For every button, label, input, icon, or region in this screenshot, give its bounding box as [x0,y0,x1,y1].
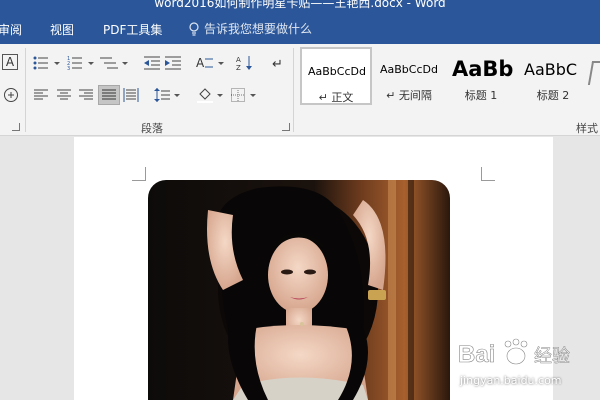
watermark-url: jingyan.baidu.com [460,374,562,387]
chevron-down-icon[interactable] [122,62,128,65]
align-right-icon [79,89,93,100]
increase-indent-icon [165,56,181,70]
tell-me-text: 告诉我您想要做什么 [204,22,313,36]
lightbulb-icon [189,21,199,36]
style-name: ↵ 无间隔 [386,89,432,102]
svg-text:经验: 经验 [534,346,570,367]
sort-button[interactable]: A Z [236,54,254,72]
styles-group-label: 样式 [576,122,598,135]
style-no-spacing[interactable]: AaBbCcDd ↵ 无间隔 [374,47,444,105]
style-heading-1[interactable]: AaBb 标题 1 [446,47,516,105]
sort-icon: A Z [236,56,252,71]
style-sample: AaBbCcDd [308,65,366,78]
crop-mark [481,167,495,181]
line-spacing-button[interactable] [153,86,171,104]
style-name: 标题 2 [536,89,570,102]
align-center-button[interactable] [55,86,73,104]
svg-text:Z: Z [236,64,241,71]
chevron-down-icon[interactable] [250,94,256,97]
chevron-down-icon[interactable] [174,94,180,97]
portrait-image [148,180,450,400]
bullet-list-icon [33,56,48,70]
chevron-down-icon[interactable] [54,62,60,65]
tell-me-box[interactable]: 告诉我您想要做什么 [188,20,312,37]
align-left-button[interactable] [32,86,50,104]
title-bar: word2016如何制作明星卡贴——王艳西.docx - Word [0,0,600,14]
group-separator [25,48,26,132]
style-heading-2[interactable]: AaBbC 标题 2 [518,47,588,105]
numbering-button[interactable]: 1 2 3 [66,54,84,72]
svg-text:↵: ↵ [272,57,283,70]
multilevel-list-icon [100,57,118,69]
svg-text:3: 3 [67,66,70,70]
font-dialog-launcher[interactable] [12,123,20,131]
tab-view[interactable]: 视图 [50,21,74,38]
paragraph-dialog-launcher[interactable] [282,123,290,131]
align-center-icon [57,89,71,100]
line-spacing-icon [154,88,170,102]
border-icon [231,88,245,102]
styles-gallery: AaBbCcDd ↵ 正文 AaBbCcDd ↵ 无间隔 AaBb 标题 1 A… [298,47,600,107]
align-left-icon [34,89,48,100]
style-name: ↵ 正文 [318,91,354,104]
baidu-logo: Bai 经验 [458,338,570,368]
chevron-down-icon[interactable] [218,62,224,65]
multilevel-list-button[interactable] [100,54,118,72]
chevron-down-icon[interactable] [88,62,94,65]
justify-icon [102,89,116,100]
style-sample: AaBb [452,57,514,81]
borders-button[interactable] [229,86,247,104]
align-right-button[interactable] [77,86,95,104]
group-separator [293,48,294,132]
crop-mark [132,167,146,181]
chinese-layout-icon: A [196,56,213,70]
ribbon-tabs: 审阅 视图 PDF工具集 告诉我您想要做什么 [0,14,600,44]
inserted-photo[interactable] [148,180,450,400]
bullets-button[interactable] [32,54,50,72]
numbered-list-icon: 1 2 3 [67,56,82,70]
baidu-watermark: Bai 经验 jingyan.baidu.com [452,330,598,396]
chinese-layout-button[interactable]: A [196,54,214,72]
text-effects-button[interactable]: A [2,54,18,70]
style-overflow-icon [587,61,600,85]
pilcrow-icon: ↵ [272,57,283,70]
paint-bucket-icon [197,88,213,103]
increase-indent-button[interactable] [164,54,182,72]
distributed-button[interactable] [122,86,140,104]
svg-text:A: A [196,56,205,70]
window-title: word2016如何制作明星卡贴——王艳西.docx - Word [154,0,446,10]
show-formatting-button[interactable]: ↵ [268,54,286,72]
paragraph-group-label: 段落 [141,122,163,135]
style-sample: AaBbC [524,60,578,79]
svg-text:A: A [236,56,241,64]
shading-button[interactable] [196,86,214,104]
tab-review[interactable]: 审阅 [0,21,22,38]
phonetic-guide-button[interactable] [2,86,20,104]
style-sample: AaBbCcDd [380,63,438,76]
style-name: 标题 1 [464,89,498,102]
ribbon: A 1 2 3 A A Z ↵ 段落 AaBbCcDd ↵ 正文 AaBbCcD… [0,44,600,136]
chevron-down-icon[interactable] [217,94,223,97]
decrease-indent-icon [144,56,160,70]
decrease-indent-button[interactable] [143,54,161,72]
letter-a-icon: A [5,55,15,69]
phonetic-icon [4,88,18,102]
tab-pdf-tools[interactable]: PDF工具集 [103,21,162,38]
svg-text:Bai: Bai [458,341,495,368]
distributed-icon [123,88,139,102]
justify-button[interactable] [98,85,120,105]
style-normal[interactable]: AaBbCcDd ↵ 正文 [300,47,372,105]
